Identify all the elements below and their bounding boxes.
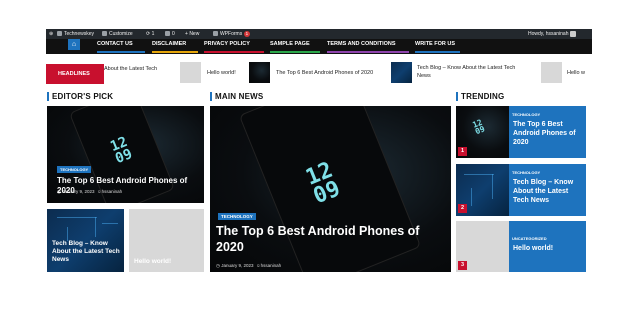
ticker-item[interactable]: Tech Blog – Know About the Latest Tech N… bbox=[417, 65, 529, 80]
admin-updates[interactable]: ⟳ 1 bbox=[146, 29, 154, 39]
admin-howdy[interactable]: Howdy, hssaninah bbox=[528, 29, 578, 39]
headlines-ticker: HEADLINES About the Latest Tech Hello wo… bbox=[46, 62, 592, 86]
article-title[interactable]: The Top 6 Best Android Phones of 2020 bbox=[216, 224, 448, 255]
article-title[interactable]: Hello world! bbox=[513, 245, 583, 254]
admin-wpforms[interactable]: WPForms 1 bbox=[213, 29, 251, 39]
main-navigation: ⌂ CONTACT US DISCLAIMER PRIVACY POLICY S… bbox=[46, 39, 592, 54]
wpforms-badge: 1 bbox=[243, 31, 251, 37]
article-date: January 9, 2023 bbox=[221, 263, 254, 268]
category-tag[interactable]: TECHNOLOGY bbox=[512, 170, 540, 175]
home-icon bbox=[57, 31, 62, 37]
nav-contact-us[interactable]: CONTACT US bbox=[97, 39, 133, 49]
article-author[interactable]: hssaninah bbox=[261, 263, 282, 268]
article-date: January 9, 2023 bbox=[62, 189, 95, 194]
home-icon[interactable]: ⌂ bbox=[68, 39, 80, 50]
phone-clock-image: 12 09 bbox=[471, 117, 487, 137]
site-name-label: Technewskey bbox=[64, 31, 95, 37]
comments-count: 0 bbox=[172, 31, 175, 37]
howdy-label: Howdy, hssaninah bbox=[528, 31, 569, 37]
admin-customize[interactable]: Customize bbox=[102, 29, 133, 39]
trending-item[interactable]: UNCATEGORIZED Hello world! bbox=[509, 221, 586, 272]
editors-pick-feature-card[interactable]: 12 09 TECHNOLOGY The Top 6 Best Android P… bbox=[47, 106, 204, 203]
article-meta: ◷ January 9, 2023 ☺hssaninah bbox=[57, 189, 123, 194]
nav-accent-strip bbox=[204, 51, 264, 53]
nav-accent-strip bbox=[415, 51, 460, 53]
ticker-thumbnail[interactable] bbox=[391, 62, 412, 83]
article-title[interactable]: The Top 6 Best Android Phones of 2020 bbox=[513, 121, 583, 147]
nav-terms-and-conditions[interactable]: TERMS AND CONDITIONS bbox=[327, 39, 396, 49]
nav-accent-strip bbox=[97, 51, 145, 53]
category-tag[interactable]: TECHNOLOGY bbox=[218, 213, 256, 220]
ticker-thumbnail[interactable] bbox=[249, 62, 270, 83]
customize-label: Customize bbox=[109, 31, 133, 37]
brush-icon bbox=[102, 31, 107, 37]
article-title[interactable]: Hello world! bbox=[134, 258, 200, 266]
trending-item[interactable]: TECHNOLOGY The Top 6 Best Android Phones… bbox=[509, 106, 586, 158]
article-meta: ◷ January 9, 2023 ☺hssaninah bbox=[216, 263, 282, 268]
admin-new[interactable]: + New bbox=[185, 29, 199, 39]
article-title[interactable]: Tech Blog – Know About the Latest Tech N… bbox=[52, 240, 122, 264]
category-tag[interactable]: TECHNOLOGY bbox=[512, 112, 540, 117]
ticker-thumbnail[interactable] bbox=[180, 62, 201, 83]
nav-privacy-policy[interactable]: PRIVACY POLICY bbox=[204, 39, 250, 49]
trending-number: 2 bbox=[458, 204, 467, 213]
ticker-item[interactable]: Hello world! bbox=[207, 70, 236, 76]
nav-write-for-us[interactable]: WRITE FOR US bbox=[415, 39, 455, 49]
main-news-heading: MAIN NEWS bbox=[210, 92, 263, 101]
trending-item[interactable]: TECHNOLOGY Tech Blog – Know About the La… bbox=[509, 164, 586, 216]
main-news-card[interactable]: 12 09 TECHNOLOGY The Top 6 Best Android P… bbox=[210, 106, 451, 272]
nav-accent-strip bbox=[270, 51, 320, 53]
category-tag[interactable]: TECHNOLOGY bbox=[57, 166, 92, 173]
nav-accent-strip bbox=[327, 51, 409, 53]
editors-pick-small-card[interactable]: Hello world! bbox=[129, 209, 204, 272]
ticker-thumbnail[interactable] bbox=[541, 62, 562, 83]
ticker-item[interactable]: Hello w bbox=[567, 70, 585, 76]
headlines-label: HEADLINES bbox=[46, 64, 104, 84]
comment-icon bbox=[165, 31, 170, 37]
wpforms-label: WPForms bbox=[220, 31, 243, 37]
trending-number: 3 bbox=[458, 261, 467, 270]
ticker-item[interactable]: The Top 6 Best Android Phones of 2020 bbox=[276, 70, 373, 76]
nav-accent-strip bbox=[152, 51, 198, 53]
article-title[interactable]: Tech Blog – Know About the Latest Tech N… bbox=[513, 179, 583, 205]
admin-site-name[interactable]: Technewskey bbox=[57, 29, 94, 39]
admin-comments[interactable]: 0 bbox=[165, 29, 175, 39]
wordpress-logo-icon[interactable]: ⊕ bbox=[49, 29, 53, 39]
wpforms-icon bbox=[213, 31, 218, 37]
category-tag[interactable]: UNCATEGORIZED bbox=[512, 236, 547, 241]
updates-count: 1 bbox=[151, 31, 155, 37]
trending-heading: TRENDING bbox=[456, 92, 504, 101]
ticker-item[interactable]: About the Latest Tech bbox=[104, 66, 157, 72]
editors-pick-small-card[interactable]: Tech Blog – Know About the Latest Tech N… bbox=[47, 209, 124, 272]
avatar bbox=[569, 30, 576, 37]
new-label: New bbox=[189, 31, 200, 37]
article-author[interactable]: hssaninah bbox=[102, 189, 123, 194]
editors-pick-heading: EDITOR'S PICK bbox=[47, 92, 113, 101]
nav-sample-page[interactable]: SAMPLE PAGE bbox=[270, 39, 310, 49]
trending-number: 1 bbox=[458, 147, 467, 156]
nav-disclaimer[interactable]: DISCLAIMER bbox=[152, 39, 186, 49]
admin-bar: ⊕ Technewskey Customize ⟳ 1 0 + New WPFo… bbox=[46, 29, 592, 39]
